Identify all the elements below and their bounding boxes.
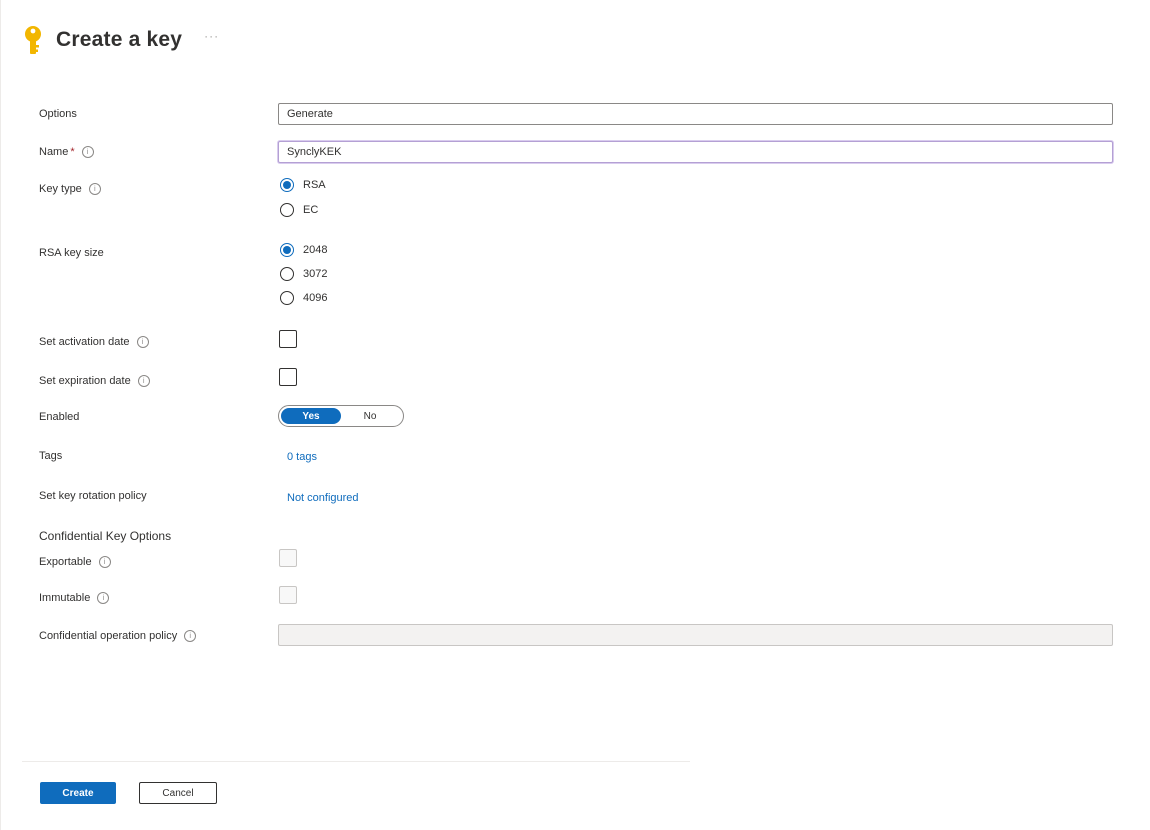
- enabled-yes-option[interactable]: Yes: [281, 408, 341, 424]
- enabled-toggle[interactable]: Yes No: [278, 405, 404, 427]
- key-type-rsa-label: RSA: [303, 179, 326, 191]
- exportable-checkbox[interactable]: [279, 549, 297, 567]
- confidential-section-title: Confidential Key Options: [39, 529, 172, 543]
- operation-policy-label-text: Confidential operation policy: [39, 630, 178, 642]
- operation-policy-label: Confidential operation policy i: [39, 630, 197, 642]
- name-label-text: Name: [39, 146, 69, 158]
- info-icon[interactable]: i: [97, 592, 110, 604]
- key-icon: [25, 26, 41, 54]
- operation-policy-input[interactable]: [278, 624, 1113, 646]
- enabled-label-text: Enabled: [39, 411, 80, 423]
- info-icon[interactable]: i: [136, 336, 149, 348]
- info-icon[interactable]: i: [81, 146, 94, 158]
- enabled-no-option[interactable]: No: [341, 408, 399, 424]
- info-icon[interactable]: i: [137, 375, 150, 387]
- radio-checked-icon[interactable]: [280, 243, 294, 257]
- rsa-size-2048-label: 2048: [303, 244, 328, 256]
- rotation-policy-label-text: Set key rotation policy: [39, 490, 147, 502]
- rsa-size-4096-radio[interactable]: 4096: [280, 291, 327, 305]
- immutable-label: Immutable i: [39, 592, 110, 604]
- expiration-date-label: Set expiration date i: [39, 375, 150, 387]
- radio-unchecked-icon[interactable]: [280, 203, 294, 217]
- rsa-key-size-label: RSA key size: [39, 247, 104, 259]
- radio-unchecked-icon[interactable]: [280, 267, 294, 281]
- tags-link[interactable]: 0 tags: [287, 451, 317, 463]
- cancel-button[interactable]: Cancel: [139, 782, 217, 804]
- activation-date-checkbox[interactable]: [279, 330, 297, 348]
- exportable-label: Exportable i: [39, 556, 111, 568]
- info-icon[interactable]: i: [88, 183, 101, 195]
- info-icon[interactable]: i: [98, 556, 111, 568]
- expiration-date-checkbox[interactable]: [279, 368, 297, 386]
- key-type-ec-radio[interactable]: EC: [280, 203, 318, 217]
- expiration-date-label-text: Set expiration date: [39, 375, 131, 387]
- radio-unchecked-icon[interactable]: [280, 291, 294, 305]
- exportable-label-text: Exportable: [39, 556, 92, 568]
- more-icon[interactable]: ···: [204, 29, 219, 43]
- key-type-label-text: Key type: [39, 183, 82, 195]
- activation-date-label: Set activation date i: [39, 336, 149, 348]
- footer-divider: [22, 761, 690, 762]
- options-label: Options: [39, 108, 77, 120]
- immutable-checkbox[interactable]: [279, 586, 297, 604]
- rsa-size-3072-label: 3072: [303, 268, 328, 280]
- rotation-policy-link[interactable]: Not configured: [287, 492, 359, 504]
- rsa-key-size-label-text: RSA key size: [39, 247, 104, 259]
- radio-checked-icon[interactable]: [280, 178, 294, 192]
- rsa-size-2048-radio[interactable]: 2048: [280, 243, 327, 257]
- key-type-rsa-radio[interactable]: RSA: [280, 178, 326, 192]
- page-title: Create a key: [56, 28, 183, 51]
- rsa-size-3072-radio[interactable]: 3072: [280, 267, 327, 281]
- info-icon[interactable]: i: [184, 630, 197, 642]
- activation-date-label-text: Set activation date: [39, 336, 130, 348]
- create-button[interactable]: Create: [40, 782, 116, 804]
- rsa-size-4096-label: 4096: [303, 292, 328, 304]
- required-marker: *: [70, 146, 75, 158]
- blade-left-border: [0, 0, 1, 830]
- tags-label: Tags: [39, 450, 62, 462]
- page-header: Create a key ···: [22, 22, 219, 58]
- name-label: Name * i: [39, 146, 94, 158]
- rotation-policy-label: Set key rotation policy: [39, 490, 147, 502]
- name-input[interactable]: SynclyKEK: [278, 141, 1113, 163]
- key-type-label: Key type i: [39, 183, 101, 195]
- enabled-label: Enabled: [39, 411, 79, 423]
- options-select[interactable]: Generate: [278, 103, 1113, 125]
- immutable-label-text: Immutable: [39, 592, 91, 604]
- key-type-ec-label: EC: [303, 204, 319, 216]
- options-label-text: Options: [39, 108, 77, 120]
- tags-label-text: Tags: [39, 450, 63, 462]
